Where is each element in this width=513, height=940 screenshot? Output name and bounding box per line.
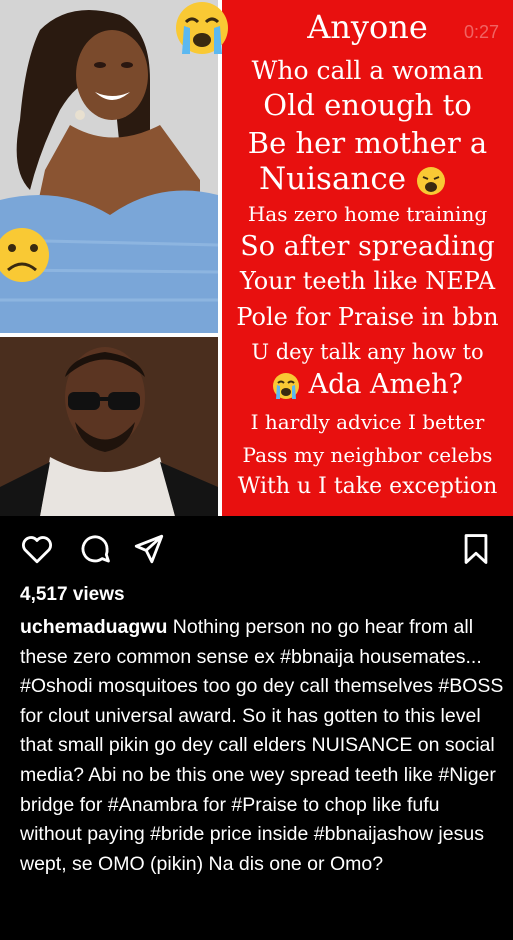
- post-caption: uchemaduagwu Nothing person no go hear f…: [20, 613, 506, 879]
- video-timer: 0:27: [463, 22, 499, 42]
- overlay-line-13: Pass my neighbor celebs: [242, 443, 493, 467]
- weary-face-emoji-icon: [416, 166, 445, 195]
- man-photo: [0, 337, 218, 516]
- comment-icon[interactable]: [78, 532, 112, 566]
- views-count[interactable]: 4,517 views: [20, 584, 125, 606]
- overlay-line-9: Pole for Praise in bbn: [236, 303, 499, 331]
- overlay-line-4: Be her mother a: [247, 126, 488, 160]
- post-action-bar: [0, 516, 513, 578]
- overlay-line-14: With u I take exception: [237, 474, 498, 499]
- overlay-line-8: Your teeth like NEPA: [239, 267, 496, 295]
- overlay-line-5: Nuisance: [207, 161, 498, 197]
- overlay-line-3: Old enough to: [263, 88, 472, 122]
- overlay-line-11: Ada Ameh?: [222, 369, 513, 400]
- overlay-line-11-text: Ada Ameh?: [308, 369, 463, 400]
- caption-username[interactable]: uchemaduagwu: [20, 616, 167, 638]
- overlay-line-6: Has zero home training: [247, 202, 488, 226]
- share-icon[interactable]: [132, 532, 166, 566]
- overlay-line-12: I hardly advice I better: [250, 410, 485, 434]
- overlay-line-10: U dey talk any how to: [251, 340, 484, 364]
- overlay-line-7: So after spreading: [240, 231, 495, 262]
- overlay-line-5-text: Nuisance: [259, 161, 407, 197]
- text-overlay-panel: Anyone Who call a woman Old enough to Be…: [176, 0, 513, 516]
- crying-face-small-emoji-icon: [273, 372, 299, 399]
- bookmark-icon[interactable]: [459, 532, 493, 566]
- overlay-line-2: Who call a woman: [251, 56, 484, 85]
- heart-icon[interactable]: [20, 532, 54, 566]
- post-media[interactable]: Anyone Who call a woman Old enough to Be…: [0, 0, 513, 516]
- caption-text: Nothing person no go hear from all these…: [20, 616, 504, 875]
